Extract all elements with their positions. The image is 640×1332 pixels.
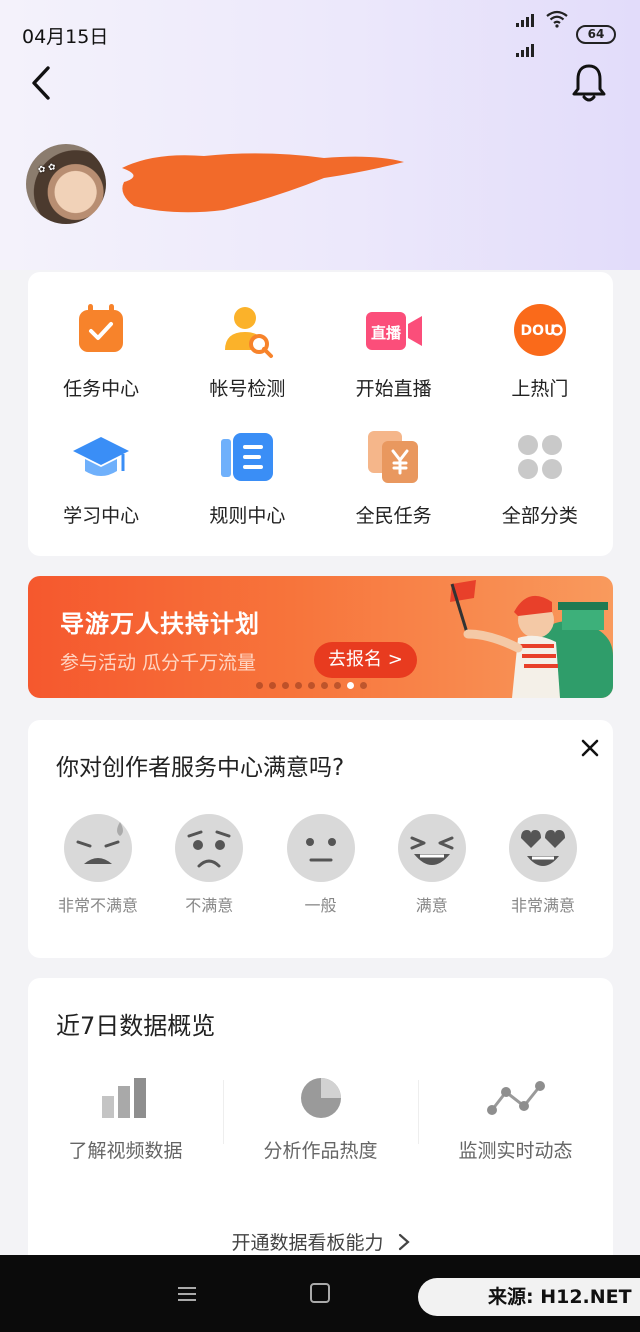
data-item-label: 监测实时动态 <box>458 1140 573 1162</box>
laughing-face-icon <box>397 814 466 882</box>
tool-label: 全部分类 <box>501 505 578 527</box>
live-icon-text: 直播 <box>371 324 402 342</box>
enable-data-board-label: 开通数据看板能力 <box>231 1232 384 1254</box>
tools-grid: 任务中心 帐号检测 直播 开始直播 DOU 上热门 学习中心 规则中心 全民任务… <box>28 300 613 528</box>
rating-satisfied[interactable]: 满意 <box>380 812 484 916</box>
status-time: 04月15日 <box>22 26 109 48</box>
rating-label: 非常满意 <box>510 896 575 915</box>
data-overview-title: 近7日数据概览 <box>56 1012 216 1040</box>
data-item-label: 分析作品热度 <box>263 1140 378 1162</box>
status-bar: 04月15日 64 <box>0 0 640 60</box>
banner-title: 导游万人扶持计划 <box>60 610 260 638</box>
carousel-dot <box>360 682 367 689</box>
carousel-dot <box>282 682 289 689</box>
satisfaction-options: 非常不满意 不满意 一般 满意 非常满意 <box>28 812 613 916</box>
signal-icon <box>516 14 534 27</box>
home-button[interactable] <box>310 1283 330 1303</box>
tool-label: 开始直播 <box>355 378 432 400</box>
tool-account-check[interactable]: 帐号检测 <box>174 300 320 401</box>
neutral-face-icon <box>286 814 355 882</box>
tool-learning-center[interactable]: 学习中心 <box>28 427 174 528</box>
bar-chart-icon <box>101 1078 146 1118</box>
rating-very-unsatisfied[interactable]: 非常不满意 <box>46 812 150 916</box>
rating-very-satisfied[interactable]: 非常满意 <box>491 812 595 916</box>
signal-icon-2 <box>516 44 534 57</box>
carousel-dot <box>295 682 302 689</box>
tool-start-live[interactable]: 直播 开始直播 <box>321 300 467 401</box>
tool-label: 上热门 <box>511 378 569 400</box>
tool-label: 学习中心 <box>63 505 140 527</box>
carousel-dot <box>321 682 328 689</box>
tool-label: 全民任务 <box>355 505 432 527</box>
data-item-realtime-monitor[interactable]: 监测实时动态 <box>418 1076 613 1163</box>
chevron-right-icon <box>398 1233 410 1251</box>
avatar[interactable]: ✿ ✿ <box>26 144 106 224</box>
heart-eyes-face-icon <box>509 814 577 882</box>
sweating-face-icon <box>64 814 132 882</box>
grid-dots-icon <box>517 435 562 479</box>
enable-data-board-link[interactable]: 开通数据看板能力 <box>28 1228 613 1255</box>
dou-plus-icon: DOU <box>513 304 566 356</box>
data-item-work-heat[interactable]: 分析作品热度 <box>223 1076 418 1163</box>
banner-subtitle: 参与活动 瓜分千万流量 <box>60 652 257 674</box>
tool-rules-center[interactable]: 规则中心 <box>174 427 320 528</box>
tool-label: 规则中心 <box>209 505 286 527</box>
rating-label: 非常不满意 <box>57 896 138 915</box>
sad-face-icon <box>175 814 244 882</box>
data-item-label: 了解视频数据 <box>68 1140 183 1162</box>
carousel-dot <box>308 682 315 689</box>
carousel-dot <box>269 682 276 689</box>
rating-neutral[interactable]: 一般 <box>269 812 373 916</box>
notification-bell-icon[interactable] <box>568 62 610 104</box>
data-item-video-data[interactable]: 了解视频数据 <box>28 1076 223 1163</box>
back-arrow-icon[interactable] <box>26 64 62 104</box>
rating-unsatisfied[interactable]: 不满意 <box>157 812 261 916</box>
close-icon[interactable] <box>576 734 604 762</box>
tool-task-center[interactable]: 任务中心 <box>28 300 174 401</box>
banner-signup-button[interactable]: 去报名 > <box>314 642 417 678</box>
recent-apps-icon[interactable] <box>176 1285 198 1303</box>
satisfaction-survey-card: 你对创作者服务中心满意吗? 非常不满意 不满意 一般 满意 非常满意 <box>28 720 613 958</box>
promo-banner[interactable]: 导游万人扶持计划 参与活动 瓜分千万流量 去报名 > <box>28 576 613 698</box>
carousel-dot <box>256 682 263 689</box>
data-overview-items: 了解视频数据 分析作品热度 监测实时动态 <box>28 1076 613 1163</box>
tool-label: 帐号检测 <box>209 378 286 400</box>
name-redaction-scribble <box>122 153 404 213</box>
survey-title: 你对创作者服务中心满意吗? <box>56 755 345 781</box>
banner-illustration <box>450 580 613 698</box>
data-overview-card: 近7日数据概览 了解视频数据 分析作品热度 监测实时动态 开通数据看板能力 <box>28 978 613 1278</box>
task-calendar-icon <box>79 304 124 352</box>
source-watermark: 来源: H12.NET <box>418 1278 640 1316</box>
dou-icon-text: DOU <box>520 323 555 339</box>
carousel-dot <box>347 682 354 689</box>
rating-label: 满意 <box>415 896 448 915</box>
tool-all-categories[interactable]: 全部分类 <box>467 427 613 528</box>
tool-label: 任务中心 <box>63 378 140 400</box>
battery-indicator: 64 <box>576 25 616 44</box>
carousel-dots <box>256 682 367 689</box>
live-camera-icon: 直播 <box>365 312 422 350</box>
line-trend-icon <box>486 1081 545 1115</box>
rating-label: 一般 <box>304 896 337 915</box>
tool-dou-plus[interactable]: DOU 上热门 <box>467 300 613 401</box>
profile-header: ✿ ✿ <box>26 144 586 224</box>
account-check-icon <box>225 307 274 358</box>
pie-chart-icon <box>300 1078 341 1118</box>
tool-national-tasks[interactable]: 全民任务 <box>321 427 467 528</box>
rating-label: 不满意 <box>185 896 234 915</box>
graduation-cap-icon <box>73 437 130 476</box>
wifi-icon <box>546 10 568 28</box>
avatar-image-lettering: ✿ ✿ <box>37 162 57 176</box>
rules-document-icon <box>221 433 274 481</box>
carousel-dot <box>334 682 341 689</box>
yuan-cards-icon <box>367 431 418 483</box>
tools-card: 任务中心 帐号检测 直播 开始直播 DOU 上热门 学习中心 规则中心 全民任务… <box>28 272 613 556</box>
